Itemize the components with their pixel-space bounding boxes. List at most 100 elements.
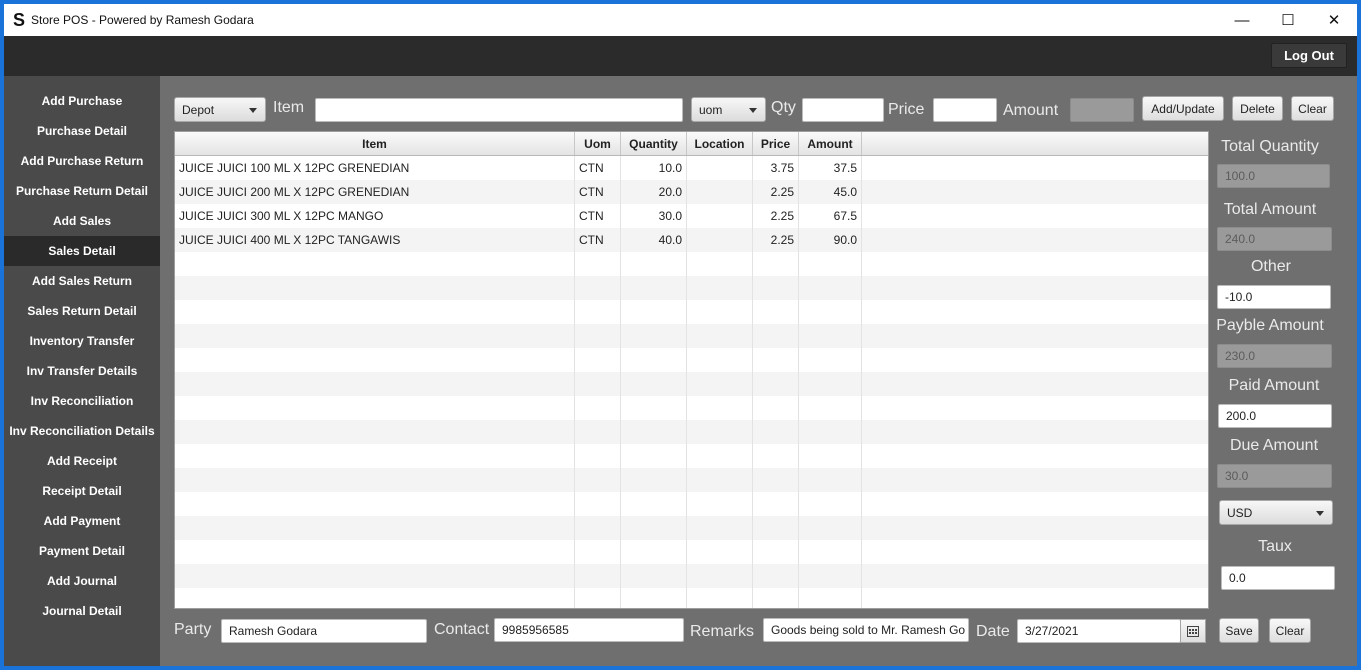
column-header-price[interactable]: Price	[753, 132, 799, 155]
sidebar-item-add-journal[interactable]: Add Journal	[4, 566, 160, 596]
sidebar-item-inv-transfer-details[interactable]: Inv Transfer Details	[4, 356, 160, 386]
empty-table-row[interactable]	[175, 396, 1208, 420]
cell-location	[687, 300, 753, 324]
empty-table-row[interactable]	[175, 588, 1208, 608]
sidebar-item-journal-detail[interactable]: Journal Detail	[4, 596, 160, 626]
empty-table-row[interactable]	[175, 420, 1208, 444]
column-header-uom[interactable]: Uom	[575, 132, 621, 155]
cell-amount	[799, 516, 862, 540]
sidebar-item-receipt-detail[interactable]: Receipt Detail	[4, 476, 160, 506]
empty-table-row[interactable]	[175, 348, 1208, 372]
sidebar-item-add-receipt[interactable]: Add Receipt	[4, 446, 160, 476]
sidebar-item-sales-detail[interactable]: Sales Detail	[4, 236, 160, 266]
party-label: Party	[174, 621, 212, 638]
cell-price	[753, 372, 799, 396]
empty-table-row[interactable]	[175, 324, 1208, 348]
paid-amount-input[interactable]: 200.0	[1218, 404, 1332, 428]
table-row[interactable]: JUICE JUICI 300 ML X 12PC MANGO CTN 30.0 2.…	[175, 204, 1208, 228]
sidebar-item-add-payment[interactable]: Add Payment	[4, 506, 160, 536]
empty-table-row[interactable]	[175, 372, 1208, 396]
qty-input[interactable]	[802, 98, 884, 122]
cell-location	[687, 324, 753, 348]
cell-amount: 37.5	[799, 156, 862, 180]
empty-table-row[interactable]	[175, 492, 1208, 516]
table-row[interactable]: JUICE JUICI 100 ML X 12PC GRENEDIAN CTN 10…	[175, 156, 1208, 180]
clear-entry-button[interactable]: Clear	[1291, 96, 1334, 121]
logout-button[interactable]: Log Out	[1271, 43, 1347, 68]
empty-table-row[interactable]	[175, 516, 1208, 540]
cell-location	[687, 420, 753, 444]
cell-filler	[862, 156, 1208, 180]
cell-location	[687, 516, 753, 540]
sidebar-item-inventory-transfer[interactable]: Inventory Transfer	[4, 326, 160, 356]
empty-table-row[interactable]	[175, 540, 1208, 564]
remarks-input[interactable]: Goods being sold to Mr. Ramesh Go	[763, 618, 969, 642]
party-input[interactable]: Ramesh Godara	[221, 619, 427, 643]
sidebar-item-inv-reconciliation-details[interactable]: Inv Reconciliation Details	[4, 416, 160, 446]
cell-filler	[862, 372, 1208, 396]
price-input[interactable]	[933, 98, 997, 122]
close-button[interactable]: ✕	[1311, 4, 1357, 36]
maximize-button[interactable]: ☐	[1265, 4, 1311, 36]
taux-input[interactable]: 0.0	[1221, 566, 1335, 590]
table-row[interactable]: JUICE JUICI 400 ML X 12PC TANGAWIS CTN 40.…	[175, 228, 1208, 252]
empty-table-row[interactable]	[175, 252, 1208, 276]
cell-uom	[575, 564, 621, 588]
other-input[interactable]: -10.0	[1217, 285, 1331, 309]
minimize-button[interactable]: —	[1219, 4, 1265, 36]
cell-amount	[799, 252, 862, 276]
sales-items-table[interactable]: Item Uom Quantity Location Price Amount …	[174, 131, 1209, 609]
empty-table-row[interactable]	[175, 564, 1208, 588]
location-select[interactable]: Depot	[174, 97, 266, 122]
sidebar-item-payment-detail[interactable]: Payment Detail	[4, 536, 160, 566]
empty-table-row[interactable]	[175, 444, 1208, 468]
cell-quantity: 10.0	[621, 156, 687, 180]
cell-uom	[575, 324, 621, 348]
sidebar-item-purchase-return-detail[interactable]: Purchase Return Detail	[4, 176, 160, 206]
chevron-down-icon	[749, 108, 757, 113]
sidebar: Add Purchase Purchase Detail Add Purchas…	[4, 76, 160, 666]
date-input[interactable]: 3/27/2021	[1017, 619, 1181, 643]
clear-footer-button[interactable]: Clear	[1269, 618, 1311, 643]
cell-price	[753, 516, 799, 540]
sidebar-item-add-sales-return[interactable]: Add Sales Return	[4, 266, 160, 296]
cell-item	[175, 564, 575, 588]
sidebar-item-add-sales[interactable]: Add Sales	[4, 206, 160, 236]
empty-table-row[interactable]	[175, 300, 1208, 324]
column-header-amount[interactable]: Amount	[799, 132, 862, 155]
cell-quantity: 40.0	[621, 228, 687, 252]
empty-table-row[interactable]	[175, 276, 1208, 300]
sidebar-item-sales-return-detail[interactable]: Sales Return Detail	[4, 296, 160, 326]
top-bar: Log Out	[4, 36, 1357, 76]
save-button[interactable]: Save	[1219, 618, 1259, 643]
item-input[interactable]	[315, 98, 683, 122]
total-quantity-label: Total Quantity	[1221, 138, 1319, 155]
delete-button[interactable]: Delete	[1232, 96, 1283, 121]
sidebar-item-purchase-detail[interactable]: Purchase Detail	[4, 116, 160, 146]
sidebar-item-add-purchase-return[interactable]: Add Purchase Return	[4, 146, 160, 176]
cell-amount	[799, 588, 862, 608]
cell-location	[687, 372, 753, 396]
cell-quantity	[621, 372, 687, 396]
cell-amount	[799, 468, 862, 492]
uom-select[interactable]: uom	[691, 97, 766, 122]
cell-price	[753, 252, 799, 276]
remarks-label: Remarks	[690, 623, 755, 640]
column-header-location[interactable]: Location	[687, 132, 753, 155]
cell-amount	[799, 324, 862, 348]
payable-amount-label: Payble Amount	[1216, 317, 1324, 334]
sidebar-item-inv-reconciliation[interactable]: Inv Reconciliation	[4, 386, 160, 416]
contact-input[interactable]: 9985956585	[494, 618, 684, 642]
column-header-quantity[interactable]: Quantity	[621, 132, 687, 155]
cell-item	[175, 444, 575, 468]
table-row[interactable]: JUICE JUICI 200 ML X 12PC GRENEDIAN CTN 20…	[175, 180, 1208, 204]
calendar-icon[interactable]	[1180, 619, 1206, 643]
cell-item: JUICE JUICI 200 ML X 12PC GRENEDIAN	[175, 180, 575, 204]
empty-table-row[interactable]	[175, 468, 1208, 492]
sidebar-item-add-purchase[interactable]: Add Purchase	[4, 86, 160, 116]
cell-price	[753, 468, 799, 492]
column-header-item[interactable]: Item	[175, 132, 575, 155]
add-update-button[interactable]: Add/Update	[1142, 96, 1224, 121]
cell-item: JUICE JUICI 400 ML X 12PC TANGAWIS	[175, 228, 575, 252]
currency-select[interactable]: USD	[1219, 500, 1333, 525]
